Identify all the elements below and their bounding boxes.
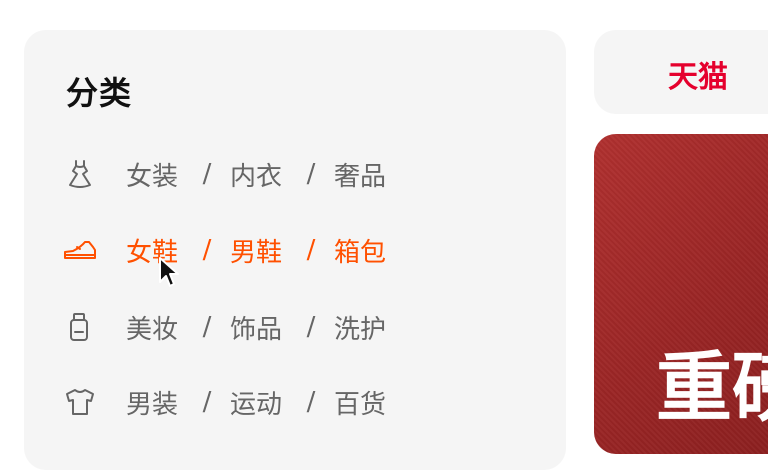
- separator: /: [306, 312, 316, 342]
- category-link-bags[interactable]: 箱包: [334, 232, 386, 269]
- separator: /: [202, 235, 212, 265]
- mouse-cursor-icon: [159, 257, 179, 287]
- category-link-beauty[interactable]: 美妆: [126, 309, 184, 346]
- separator: /: [306, 235, 316, 265]
- category-row-beauty: 美妆 / 饰品 / 洗护: [62, 307, 386, 347]
- separator: /: [306, 159, 316, 189]
- shoe-icon: [62, 232, 98, 268]
- category-link-personal-care[interactable]: 洗护: [334, 309, 386, 346]
- tmall-label: 天猫: [668, 60, 728, 95]
- category-link-underwear[interactable]: 内衣: [230, 156, 288, 193]
- dress-icon: [62, 156, 98, 192]
- category-row-men-sports: 男装 / 运动 / 百货: [62, 382, 386, 422]
- category-link-luxury[interactable]: 奢品: [334, 156, 386, 193]
- category-link-men-shoes[interactable]: 男鞋: [230, 232, 288, 269]
- category-link-general-goods[interactable]: 百货: [334, 384, 386, 421]
- separator: /: [202, 387, 212, 417]
- category-row-shoes: 女鞋 / 男鞋 / 箱包: [62, 230, 386, 270]
- category-link-accessories[interactable]: 饰品: [230, 309, 288, 346]
- separator: /: [202, 159, 212, 189]
- category-row-women-clothing: 女装 / 内衣 / 奢品: [62, 154, 386, 194]
- separator: /: [202, 312, 212, 342]
- category-panel: 分类 女装 / 内衣 / 奢品 女鞋 / 男鞋 / 箱包 美妆 / 饰品 / 洗…: [24, 30, 566, 470]
- category-link-men-clothing[interactable]: 男装: [126, 384, 184, 421]
- promo-banner[interactable]: 重磅: [594, 134, 768, 454]
- cosmetics-bottle-icon: [62, 309, 98, 345]
- tmall-card[interactable]: 天猫: [594, 30, 768, 114]
- category-link-women-clothing[interactable]: 女装: [126, 156, 184, 193]
- tshirt-icon: [62, 384, 98, 420]
- separator: /: [306, 387, 316, 417]
- category-link-sports[interactable]: 运动: [230, 384, 288, 421]
- category-title: 分类: [66, 74, 133, 112]
- banner-text: 重磅: [656, 343, 768, 432]
